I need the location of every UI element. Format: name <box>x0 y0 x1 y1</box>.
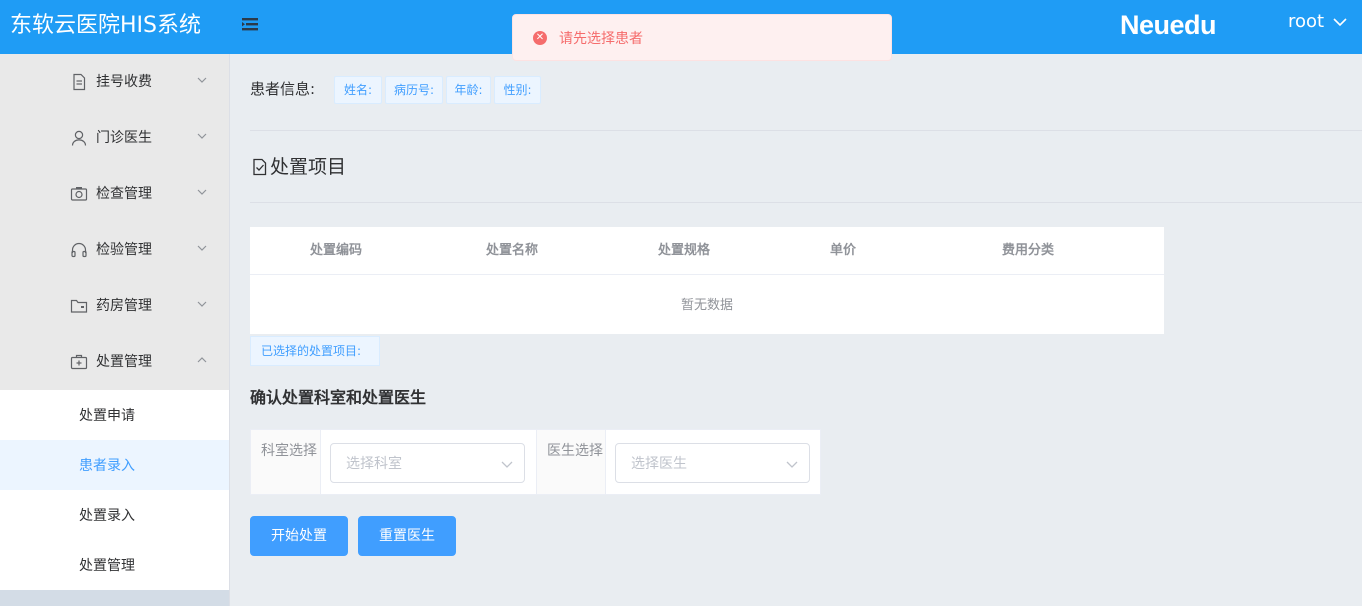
sidebar-item-label: 处置管理 <box>96 354 152 370</box>
submenu-item-label: 处置录入 <box>79 508 135 524</box>
submenu-item-label: 处置申请 <box>79 408 135 424</box>
sidebar-item-label: 检验管理 <box>96 242 152 258</box>
patient-record-tag: 病历号: <box>385 76 443 104</box>
section-title: 处置项目 <box>251 155 346 179</box>
patient-name-tag: 姓名: <box>334 76 382 104</box>
chevron-down-icon <box>197 189 207 195</box>
section-title-text: 处置项目 <box>270 156 347 178</box>
app-title: 东软云医院HIS系统 <box>10 13 201 38</box>
toast-message: 请先选择患者 <box>559 30 643 47</box>
chevron-down-icon <box>501 461 513 468</box>
selected-items-tag: 已选择的处置项目: <box>250 336 380 366</box>
dept-label: 科室选择 <box>251 430 321 494</box>
submenu-item-treatment-entry[interactable]: 处置录入 <box>0 490 229 540</box>
sidebar-item-lab-test[interactable]: 检验管理 <box>0 222 229 278</box>
sidebar-item-outpatient-doctor[interactable]: 门诊医生 <box>0 110 229 166</box>
submenu-item-treatment-request[interactable]: 处置申请 <box>0 390 229 440</box>
chevron-down-icon <box>197 77 207 83</box>
error-circle-icon: ✕ <box>533 30 547 45</box>
dept-doctor-form: 科室选择 选择科室 医生选择 选择医生 <box>250 429 821 495</box>
chevron-down-icon <box>197 133 207 139</box>
doctor-select[interactable]: 选择医生 <box>615 443 810 483</box>
sidebar-footer <box>0 590 229 606</box>
doctor-select-placeholder: 选择医生 <box>631 456 687 472</box>
brand-logo: Neuedu <box>1120 10 1217 40</box>
start-treatment-button[interactable]: 开始处置 <box>250 516 348 556</box>
sidebar-item-label: 检查管理 <box>96 186 152 202</box>
dept-select[interactable]: 选择科室 <box>330 443 525 483</box>
sidebar-item-label: 门诊医生 <box>96 130 152 146</box>
table-header: 处置编码 处置名称 处置规格 单价 费用分类 <box>250 227 1164 275</box>
column-header: 处置规格 <box>658 243 711 258</box>
chevron-down-icon <box>197 245 207 251</box>
user-name: root <box>1288 11 1325 32</box>
doctor-label: 医生选择 <box>536 430 606 494</box>
patient-gender-tag: 性别: <box>494 76 541 104</box>
sidebar: 挂号收费 门诊医生 检查管理 检验管理 药房管理 处置管理 处置申请 患者录入 … <box>0 54 230 606</box>
column-header: 处置名称 <box>486 243 539 258</box>
treatment-items-table: 处置编码 处置名称 处置规格 单价 费用分类 暂无数据 <box>250 227 1164 334</box>
submenu-item-label: 处置管理 <box>79 558 135 574</box>
chevron-down-icon <box>786 461 798 468</box>
divider <box>250 130 1362 131</box>
camera-icon <box>70 187 88 201</box>
document-icon <box>73 73 86 91</box>
dept-select-placeholder: 选择科室 <box>346 456 402 472</box>
folder-icon <box>70 299 88 313</box>
column-header: 费用分类 <box>1002 243 1055 258</box>
divider <box>250 202 1362 203</box>
submenu-item-treatment-manage[interactable]: 处置管理 <box>0 540 229 590</box>
sidebar-item-label: 挂号收费 <box>96 74 152 90</box>
reset-doctor-button[interactable]: 重置医生 <box>358 516 456 556</box>
document-check-icon <box>253 158 267 176</box>
patient-info-label: 患者信息: <box>250 80 316 98</box>
sidebar-item-label: 药房管理 <box>96 298 152 314</box>
column-header: 处置编码 <box>310 243 363 258</box>
error-toast: ✕ 请先选择患者 <box>512 14 892 61</box>
sidebar-item-registration[interactable]: 挂号收费 <box>0 54 229 110</box>
column-header: 单价 <box>830 243 857 258</box>
chevron-down-icon <box>197 301 207 307</box>
sidebar-item-examination[interactable]: 检查管理 <box>0 166 229 222</box>
submenu-item-patient-entry[interactable]: 患者录入 <box>0 440 229 490</box>
medical-box-icon <box>70 354 88 370</box>
user-icon <box>71 130 87 146</box>
patient-age-tag: 年龄: <box>446 76 491 104</box>
menu-collapse-icon[interactable] <box>240 14 260 34</box>
user-menu[interactable]: root <box>1288 10 1348 34</box>
sidebar-item-treatment-management[interactable]: 处置管理 <box>0 334 229 390</box>
chevron-down-icon <box>1333 18 1347 27</box>
chevron-up-icon <box>197 357 207 363</box>
submenu-item-label: 患者录入 <box>79 458 135 474</box>
confirm-title: 确认处置科室和处置医生 <box>250 388 427 407</box>
empty-table-text: 暂无数据 <box>680 298 733 313</box>
sidebar-item-pharmacy[interactable]: 药房管理 <box>0 278 229 334</box>
headset-icon <box>71 242 87 258</box>
